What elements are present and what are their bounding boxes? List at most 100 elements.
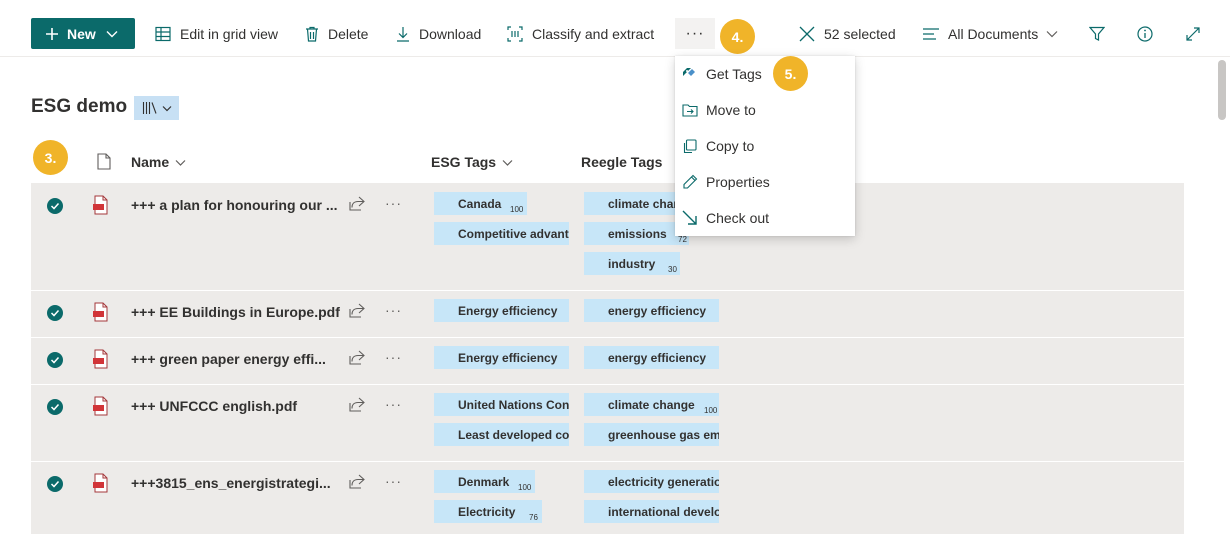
row-more-button[interactable]: ··· — [385, 396, 402, 412]
download-icon — [397, 27, 409, 42]
pdf-file-icon — [93, 195, 108, 215]
menu-item-get-tags[interactable]: Get Tags — [675, 56, 855, 92]
share-icon[interactable] — [349, 474, 365, 489]
new-button[interactable]: New — [31, 18, 135, 49]
reegle-tag[interactable]: emissions 72 — [584, 222, 689, 245]
reegle-tag[interactable]: greenhouse gas emissions — [584, 423, 719, 446]
name-column-label: Name — [131, 154, 170, 170]
row-checkbox[interactable] — [47, 352, 63, 368]
esg-tag[interactable]: Least developed countries — [434, 423, 569, 446]
download-button[interactable]: Download — [396, 18, 481, 50]
delete-button[interactable]: Delete — [305, 18, 368, 50]
name-column-header[interactable]: Name — [131, 154, 186, 170]
classify-extract-label: Classify and extract — [532, 26, 655, 42]
reegle-tags-column-header[interactable]: Reegle Tags — [581, 154, 662, 170]
scan-icon — [507, 26, 523, 42]
pencil-icon — [683, 174, 698, 189]
classify-extract-button[interactable]: Classify and extract — [507, 18, 654, 50]
row-more-button[interactable]: ··· — [385, 473, 402, 489]
filter-button[interactable] — [1089, 18, 1105, 50]
delete-label: Delete — [328, 26, 369, 42]
filter-icon — [1089, 26, 1105, 41]
document-icon — [97, 153, 111, 170]
row-more-button[interactable]: ··· — [385, 302, 402, 318]
more-actions-button[interactable]: ··· — [675, 18, 715, 49]
row-more-button[interactable]: ··· — [385, 349, 402, 365]
info-button[interactable] — [1137, 18, 1153, 50]
pdf-file-icon — [93, 349, 108, 369]
reegle-tag[interactable]: international development — [584, 500, 719, 523]
download-label: Download — [419, 26, 482, 42]
step-badge-5: 5. — [773, 56, 808, 91]
new-button-label: New — [67, 25, 96, 42]
table-row[interactable]: +++ a plan for honouring our ... ··· Can… — [31, 183, 1184, 291]
reegle-tag[interactable]: industry 30 — [584, 252, 680, 275]
share-icon[interactable] — [349, 397, 365, 412]
grid-icon — [155, 26, 171, 42]
share-icon[interactable] — [349, 303, 365, 318]
tag-icon — [683, 68, 695, 76]
command-bar: New Edit in grid view Delete Download Cl… — [0, 0, 1230, 57]
esg-tags-column-header[interactable]: ESG Tags — [431, 154, 513, 170]
file-name[interactable]: +++ EE Buildings in Europe.pdf — [131, 304, 340, 320]
row-more-button[interactable]: ··· — [385, 195, 402, 211]
menu-item-label: Copy to — [706, 138, 755, 154]
file-type-header[interactable] — [91, 153, 111, 170]
info-icon — [1137, 26, 1153, 42]
menu-item-check-out[interactable]: Check out — [675, 200, 855, 236]
esg-tag[interactable]: Energy efficiency — [434, 299, 569, 322]
file-name[interactable]: +++ a plan for honouring our ... — [131, 197, 338, 213]
esg-tags-column-label: ESG Tags — [431, 154, 497, 170]
esg-tag[interactable]: Energy efficiency — [434, 346, 569, 369]
chevron-down-icon — [106, 30, 118, 37]
checkmark-icon — [50, 356, 60, 364]
pdf-file-icon — [93, 473, 108, 493]
reegle-tag[interactable]: climate change 100 — [584, 393, 719, 416]
row-checkbox[interactable] — [47, 305, 63, 321]
library-icon — [142, 102, 157, 114]
file-name[interactable]: +++3815_ens_energistrategi... — [131, 475, 331, 491]
row-checkbox[interactable] — [47, 476, 63, 492]
expand-button[interactable] — [1185, 18, 1201, 50]
esg-tag[interactable]: United Nations Conference — [434, 393, 569, 416]
menu-item-move-to[interactable]: Move to — [675, 92, 855, 128]
reegle-tag[interactable]: energy efficiency — [584, 299, 719, 322]
selected-count: 52 selected — [824, 26, 896, 42]
pdf-file-icon — [93, 396, 108, 416]
share-icon[interactable] — [349, 196, 365, 211]
file-name[interactable]: +++ green paper energy effi... — [131, 351, 326, 367]
row-checkbox[interactable] — [47, 198, 63, 214]
library-view-button[interactable] — [134, 96, 179, 120]
table-row[interactable]: +++3815_ens_energistrategi... ··· Denmar… — [31, 462, 1184, 534]
vertical-scrollbar[interactable] — [1218, 60, 1226, 120]
esg-tag[interactable]: Competitive advantage — [434, 222, 569, 245]
menu-item-label: Move to — [706, 102, 756, 118]
copy-icon — [683, 138, 697, 153]
clear-selection-button[interactable]: 52 selected — [799, 18, 896, 50]
esg-tag[interactable]: Canada 100 — [434, 192, 527, 215]
reegle-tag[interactable]: energy efficiency — [584, 346, 719, 369]
menu-item-copy-to[interactable]: Copy to — [675, 128, 855, 164]
checkmark-icon — [50, 480, 60, 488]
table-row[interactable]: +++ green paper energy effi... ··· Energ… — [31, 338, 1184, 385]
esg-tag[interactable]: Electricity 76 — [434, 500, 542, 523]
reegle-tags-column-label: Reegle Tags — [581, 154, 663, 170]
reegle-tag[interactable]: electricity generation — [584, 470, 719, 493]
step-badge-3: 3. — [33, 140, 68, 175]
table-row[interactable]: +++ UNFCCC english.pdf ··· United Nation… — [31, 385, 1184, 462]
step-badge-4: 4. — [720, 19, 755, 54]
chevron-down-icon — [502, 159, 513, 166]
file-name[interactable]: +++ UNFCCC english.pdf — [131, 398, 297, 414]
more-actions-menu: Get Tags Move to Copy to Properties Chec… — [675, 56, 855, 236]
chevron-down-icon — [162, 105, 171, 111]
menu-item-properties[interactable]: Properties — [675, 164, 855, 200]
trash-icon — [306, 26, 318, 42]
move-icon — [682, 104, 698, 117]
row-checkbox[interactable] — [47, 399, 63, 415]
share-icon[interactable] — [349, 350, 365, 365]
edit-grid-button[interactable]: Edit in grid view — [155, 18, 278, 50]
esg-tag[interactable]: Denmark 100 — [434, 470, 535, 493]
view-label: All Documents — [948, 26, 1039, 42]
view-switcher[interactable]: All Documents — [923, 18, 1058, 50]
table-row[interactable]: +++ EE Buildings in Europe.pdf ··· Energ… — [31, 291, 1184, 338]
